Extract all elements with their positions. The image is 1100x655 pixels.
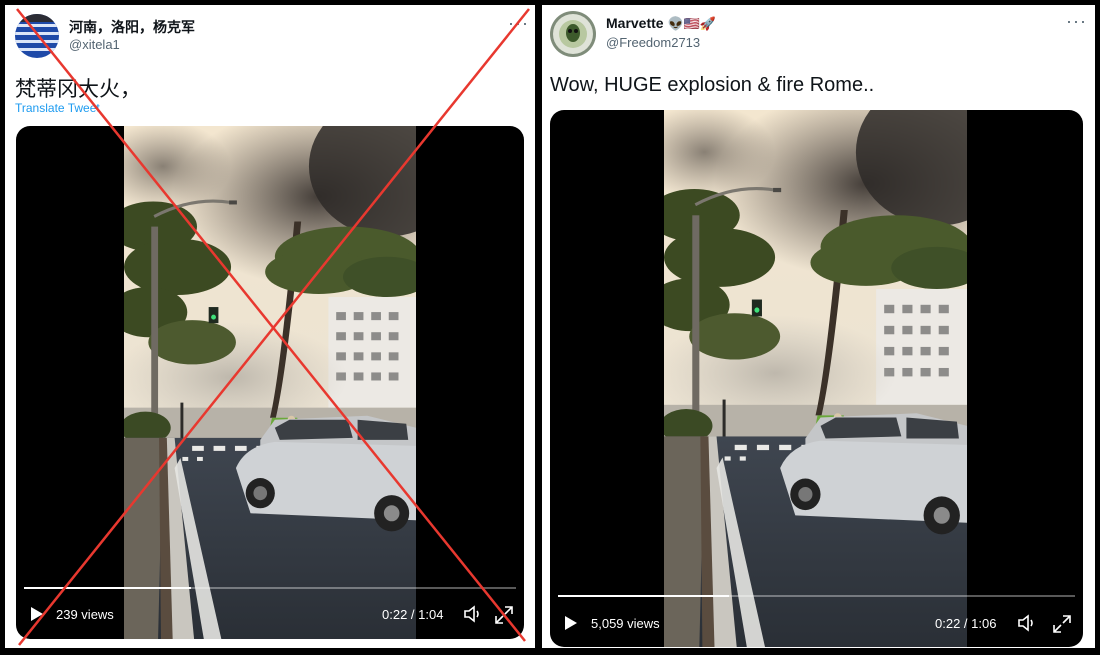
fullscreen-icon[interactable] <box>494 605 514 630</box>
fullscreen-icon[interactable] <box>1052 614 1072 639</box>
name-emojis: 👽🇺🇸🚀 <box>667 16 717 31</box>
video-progress-bar[interactable] <box>24 587 516 589</box>
tweet-text: Wow, HUGE explosion & fire Rome.. <box>550 74 875 96</box>
avatar[interactable] <box>15 14 59 58</box>
display-name-text: Marvette <box>606 15 664 31</box>
ellipsis-icon[interactable]: ··· <box>1066 11 1087 32</box>
display-name[interactable]: 河南，洛阳，杨克军 <box>69 17 195 37</box>
left-tweet-card: 河南，洛阳，杨克军 @xitela1 ··· 梵蒂冈大火， Translate … <box>5 5 535 648</box>
video-player[interactable]: 239 views 0:22 / 1:04 <box>16 126 524 639</box>
video-frame <box>124 126 416 639</box>
video-frame <box>664 110 967 647</box>
video-time: 0:22 / 1:06 <box>935 616 997 631</box>
handle[interactable]: @Freedom2713 <box>606 35 700 50</box>
display-name[interactable]: Marvette 👽🇺🇸🚀 <box>606 15 716 32</box>
video-time: 0:22 / 1:04 <box>382 607 444 622</box>
view-count: 239 views <box>56 607 114 622</box>
handle[interactable]: @xitela1 <box>69 37 120 52</box>
tweet-text: 梵蒂冈大火， <box>15 78 141 101</box>
play-icon[interactable] <box>30 606 44 627</box>
ellipsis-icon[interactable]: ··· <box>508 13 529 34</box>
video-progress-fill <box>558 595 729 597</box>
volume-icon[interactable] <box>463 605 483 628</box>
avatar[interactable] <box>550 11 596 57</box>
play-icon[interactable] <box>564 615 578 636</box>
video-player[interactable]: 5,059 views 0:22 / 1:06 <box>550 110 1083 647</box>
right-tweet-card: Marvette 👽🇺🇸🚀 @Freedom2713 ··· Wow, HUGE… <box>542 5 1095 648</box>
view-count: 5,059 views <box>591 616 660 631</box>
video-progress-bar[interactable] <box>558 595 1075 597</box>
video-progress-fill <box>24 587 192 589</box>
volume-icon[interactable] <box>1017 614 1037 637</box>
translate-tweet-link[interactable]: Translate Tweet <box>15 101 100 115</box>
